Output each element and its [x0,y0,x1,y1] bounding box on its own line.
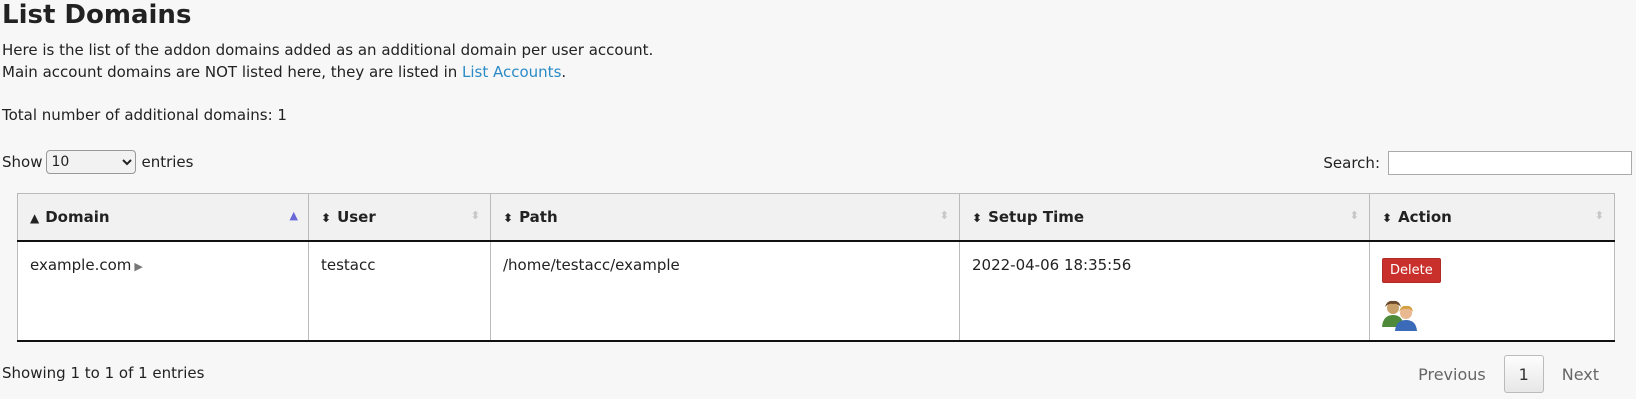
column-label-domain: Domain [45,207,110,226]
users-icon[interactable] [1382,299,1418,331]
page-button-1[interactable]: 1 [1503,355,1544,393]
description-line-2: Main account domains are NOT listed here… [2,63,566,81]
column-label-setup-time: Setup Time [988,207,1085,226]
domains-table: ▲ Domain ▲ ⬍ User ⬍ ⬍ Path ⬍ ⬍ Setup Time ⬍ … [17,193,1615,342]
column-header-domain[interactable]: ▲ Domain ▲ [17,193,309,242]
sort-both-icon: ⬍ [1382,210,1393,225]
cell-domain: example.com ▶ [17,240,309,342]
table-info-text: Showing 1 to 1 of 1 entries [2,364,205,382]
sort-asc-indicator-icon: ▲ [289,209,298,222]
column-header-action[interactable]: ⬍ Action ⬍ [1369,193,1615,242]
sort-both-icon: ⬍ [321,210,332,225]
pagination: Previous 1 Next [1400,355,1617,393]
table-row: example.com ▶ testacc /home/testacc/examp… [17,240,1615,342]
list-accounts-link[interactable]: List Accounts [462,63,561,81]
column-label-user: User [337,207,376,226]
table-header-row: ▲ Domain ▲ ⬍ User ⬍ ⬍ Path ⬍ ⬍ Setup Time ⬍ … [17,193,1615,242]
domain-value: example.com [30,255,132,274]
search-input[interactable] [1388,151,1632,175]
page-title: List Domains [2,0,192,30]
entries-label: entries [141,153,194,171]
sort-indicator-icon: ⬍ [1349,209,1359,222]
column-label-action: Action [1398,207,1452,226]
sort-both-icon: ⬍ [972,210,983,225]
description-line-2-prefix: Main account domains are NOT listed here… [2,63,463,81]
setup-time-value: 2022-04-06 18:35:56 [972,255,1132,274]
cell-action: Delete [1369,240,1615,342]
sort-indicator-icon: ⬍ [1594,209,1604,222]
search-label: Search: [1323,154,1380,172]
search-control: Search: [1323,151,1632,175]
column-header-setup-time[interactable]: ⬍ Setup Time ⬍ [959,193,1370,242]
entries-per-page-select[interactable]: 10 [46,150,137,174]
sort-indicator-icon: ⬍ [470,209,480,222]
delete-button[interactable]: Delete [1382,257,1441,283]
cell-path: /home/testacc/example [490,240,960,342]
column-header-path[interactable]: ⬍ Path ⬍ [490,193,960,242]
sort-both-icon: ⬍ [503,210,514,225]
show-label: Show [2,153,43,171]
next-button[interactable]: Next [1544,365,1617,384]
column-header-user[interactable]: ⬍ User ⬍ [308,193,491,242]
path-value: /home/testacc/example [503,255,680,274]
user-value: testacc [321,255,376,274]
sort-up-icon: ▲ [30,210,40,225]
previous-button[interactable]: Previous [1400,365,1504,384]
expand-arrow-icon[interactable]: ▶ [134,260,142,273]
column-label-path: Path [519,207,558,226]
sort-indicator-icon: ⬍ [939,209,949,222]
total-domains-text: Total number of additional domains: 1 [2,106,287,124]
cell-user: testacc [308,240,491,342]
description-line-1: Here is the list of the addon domains ad… [2,41,654,59]
entries-length-control: Show 10 entries [2,150,193,174]
cell-setup-time: 2022-04-06 18:35:56 [959,240,1370,342]
description-line-2-suffix: . [561,63,567,81]
